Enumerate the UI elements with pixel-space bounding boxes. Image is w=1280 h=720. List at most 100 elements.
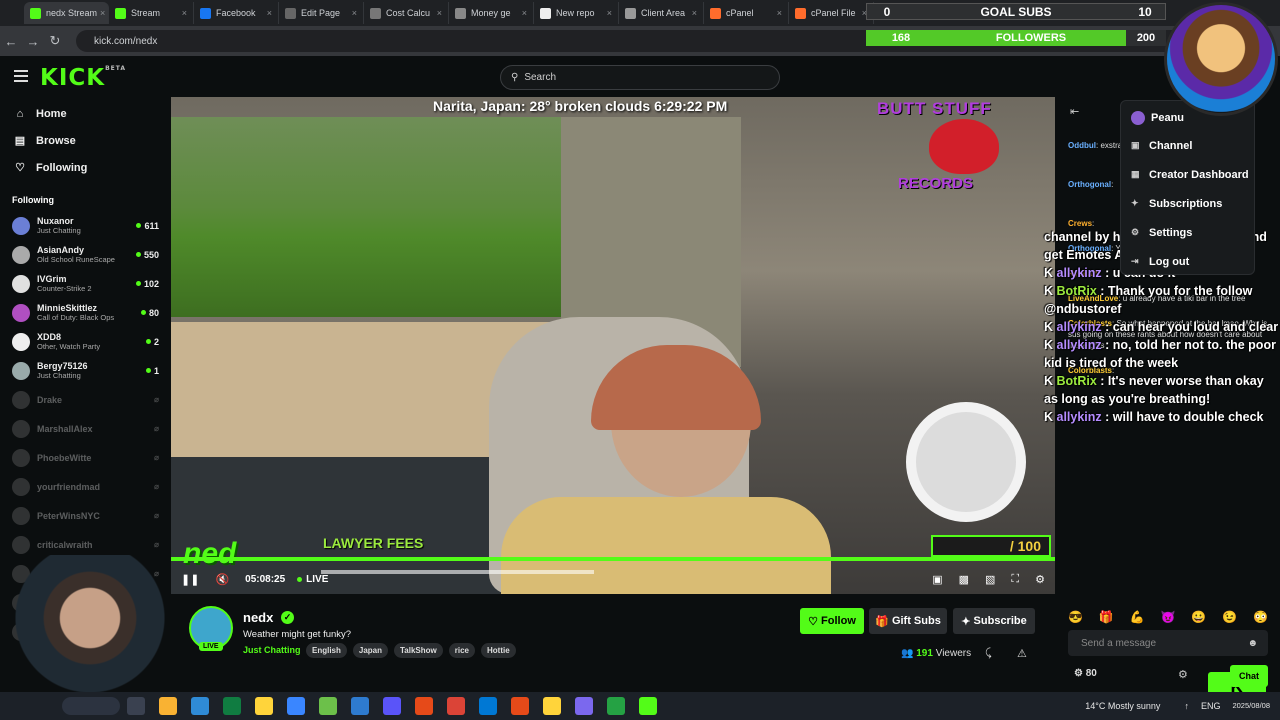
browser-tab[interactable]: Stream × (109, 2, 194, 24)
kick-logo[interactable]: KICKBETA (40, 65, 126, 91)
clip-icon[interactable]: ▣ (932, 573, 942, 586)
tag-chip[interactable]: Japan (352, 643, 389, 658)
followed-channel[interactable]: MarshallAlex ⌀ (0, 414, 170, 443)
emote-icon[interactable]: 😀 (1191, 610, 1206, 624)
chat-username[interactable]: Oddbul (1068, 141, 1096, 150)
tag-chip[interactable]: English (306, 643, 347, 658)
emote-icon[interactable]: 🎁 (1099, 610, 1114, 624)
gift-subs-button[interactable]: 🎁 Gift Subs (869, 608, 947, 634)
taskbar-app-icon[interactable] (639, 697, 657, 715)
fullscreen-icon[interactable]: ⛶ (1011, 573, 1019, 586)
forward-icon[interactable]: → (22, 34, 44, 49)
back-icon[interactable]: ← (0, 34, 22, 49)
browser-tab[interactable]: cPanel × (704, 2, 789, 24)
browser-tab[interactable]: New repo × (534, 2, 619, 24)
mute-icon[interactable]: 🔇 (215, 573, 229, 586)
tag-chip[interactable]: rice (448, 643, 475, 658)
chat-send-button[interactable]: Chat (1230, 665, 1268, 687)
taskbar-app-icon[interactable] (319, 697, 337, 715)
followed-channel[interactable]: IVGrim Counter-Strike 2 102 (0, 269, 170, 298)
taskbar-app-icon[interactable] (607, 697, 625, 715)
followed-channel[interactable]: PeterWinsNYC ⌀ (0, 501, 170, 530)
followed-channel[interactable]: Bergy75126 Just Chatting 1 (0, 356, 170, 385)
browser-tab[interactable]: Facebook × (194, 2, 279, 24)
settings-icon[interactable]: ⚙ (1035, 573, 1045, 586)
wifi-icon[interactable]: ↑ (1184, 701, 1189, 711)
taskbar-app-icon[interactable] (159, 697, 177, 715)
menu-item-channel[interactable]: ▣ Channel (1121, 131, 1254, 160)
tag-chip[interactable]: TalkShow (394, 643, 443, 658)
taskbar-app-icon[interactable] (415, 697, 433, 715)
live-indicator[interactable]: LIVE (297, 574, 328, 585)
sidebar-item-browse[interactable]: ▤ Browse (0, 127, 170, 154)
channel-points[interactable]: ⚙ 80 (1074, 668, 1097, 679)
browser-tab[interactable]: nedx Stream × (24, 2, 109, 24)
channel-name[interactable]: nedx (243, 610, 273, 625)
taskbar-app-icon[interactable] (287, 697, 305, 715)
sidebar-item-following[interactable]: ♡ Following (0, 154, 170, 181)
sidebar-item-home[interactable]: ⌂ Home (0, 100, 170, 127)
stream-progress-bar[interactable] (171, 557, 1055, 561)
clock[interactable]: 2025/08/08 (1232, 701, 1270, 711)
subscribe-button[interactable]: ✦ Subscribe (953, 608, 1035, 634)
followed-channel[interactable]: Nuxanor Just Chatting 611 (0, 211, 170, 240)
emoji-picker-icon[interactable]: ☻ (1247, 638, 1258, 649)
menu-item-settings[interactable]: ⚙ Settings (1121, 218, 1254, 247)
followed-channel[interactable]: PhoebeWitte ⌀ (0, 443, 170, 472)
followed-channel[interactable]: XDD8 Other, Watch Party 2 (0, 327, 170, 356)
followed-channel[interactable]: yourfriendmad ⌀ (0, 472, 170, 501)
browser-tab[interactable]: Cost Calcu × (364, 2, 449, 24)
chat-username[interactable]: Crews (1068, 219, 1092, 228)
search-input[interactable]: ⚲ Search (500, 65, 780, 90)
taskbar-app-icon[interactable] (383, 697, 401, 715)
emote-icon[interactable]: 😎 (1068, 610, 1083, 624)
taskbar-app-icon[interactable] (479, 697, 497, 715)
taskbar-app-icon[interactable] (447, 697, 465, 715)
emote-icon[interactable]: 😳 (1253, 610, 1268, 624)
taskbar-app-icon[interactable] (351, 697, 369, 715)
taskbar-search[interactable] (62, 697, 120, 715)
browser-tab[interactable]: Edit Page × (279, 2, 364, 24)
chat-input[interactable]: Send a message ☻ (1068, 630, 1268, 656)
taskbar-app-icon[interactable] (191, 697, 209, 715)
menu-item-subscriptions[interactable]: ✦ Subscriptions (1121, 189, 1254, 218)
followed-channel[interactable]: Drake ⌀ (0, 385, 170, 414)
report-icon[interactable]: ⚠ (1017, 647, 1027, 660)
task-view-icon[interactable] (127, 697, 145, 715)
close-icon[interactable]: × (264, 8, 272, 18)
taskbar-app-icon[interactable] (543, 697, 561, 715)
chat-settings-icon[interactable]: ⚙ (1178, 668, 1188, 681)
close-icon[interactable]: × (519, 8, 527, 18)
theater-icon[interactable]: ▩ (959, 573, 969, 586)
emote-icon[interactable]: 😉 (1222, 610, 1237, 624)
menu-item-log-out[interactable]: ⇥ Log out (1121, 247, 1254, 276)
follow-button[interactable]: ♡ Follow (800, 608, 864, 634)
followed-channel[interactable]: AsianAndy Old School RuneScape 550 (0, 240, 170, 269)
close-icon[interactable]: × (179, 8, 187, 18)
pip-icon[interactable]: ▧ (985, 573, 995, 586)
reload-icon[interactable]: ↻ (44, 33, 66, 49)
chat-username[interactable]: Orthogonal (1068, 180, 1111, 189)
collapse-chat-icon[interactable]: ⇤ (1070, 105, 1079, 118)
stream-category[interactable]: Just Chatting (243, 645, 301, 655)
taskbar-app-icon[interactable] (223, 697, 241, 715)
close-icon[interactable]: × (434, 8, 442, 18)
close-icon[interactable]: × (689, 8, 697, 18)
share-icon[interactable]: ⤹ (985, 647, 992, 660)
close-icon[interactable]: × (97, 8, 105, 18)
video-player[interactable]: Narita, Japan: 28° broken clouds 6:29:22… (171, 97, 1055, 594)
emote-icon[interactable]: 💪 (1130, 610, 1145, 624)
menu-icon[interactable] (14, 70, 28, 82)
browser-tab[interactable]: Money ge × (449, 2, 534, 24)
tag-chip[interactable]: Hottie (481, 643, 516, 658)
menu-item-creator-dashboard[interactable]: ▦ Creator Dashboard (1121, 160, 1254, 189)
taskbar-app-icon[interactable] (255, 697, 273, 715)
close-icon[interactable]: × (604, 8, 612, 18)
browser-tab[interactable]: cPanel File × (789, 2, 874, 24)
close-icon[interactable]: × (349, 8, 357, 18)
taskbar-app-icon[interactable] (511, 697, 529, 715)
browser-tab[interactable]: Client Area × (619, 2, 704, 24)
tray-weather[interactable]: 14°C Mostly sunny (1085, 701, 1160, 711)
taskbar-app-icon[interactable] (575, 697, 593, 715)
close-icon[interactable]: × (774, 8, 782, 18)
